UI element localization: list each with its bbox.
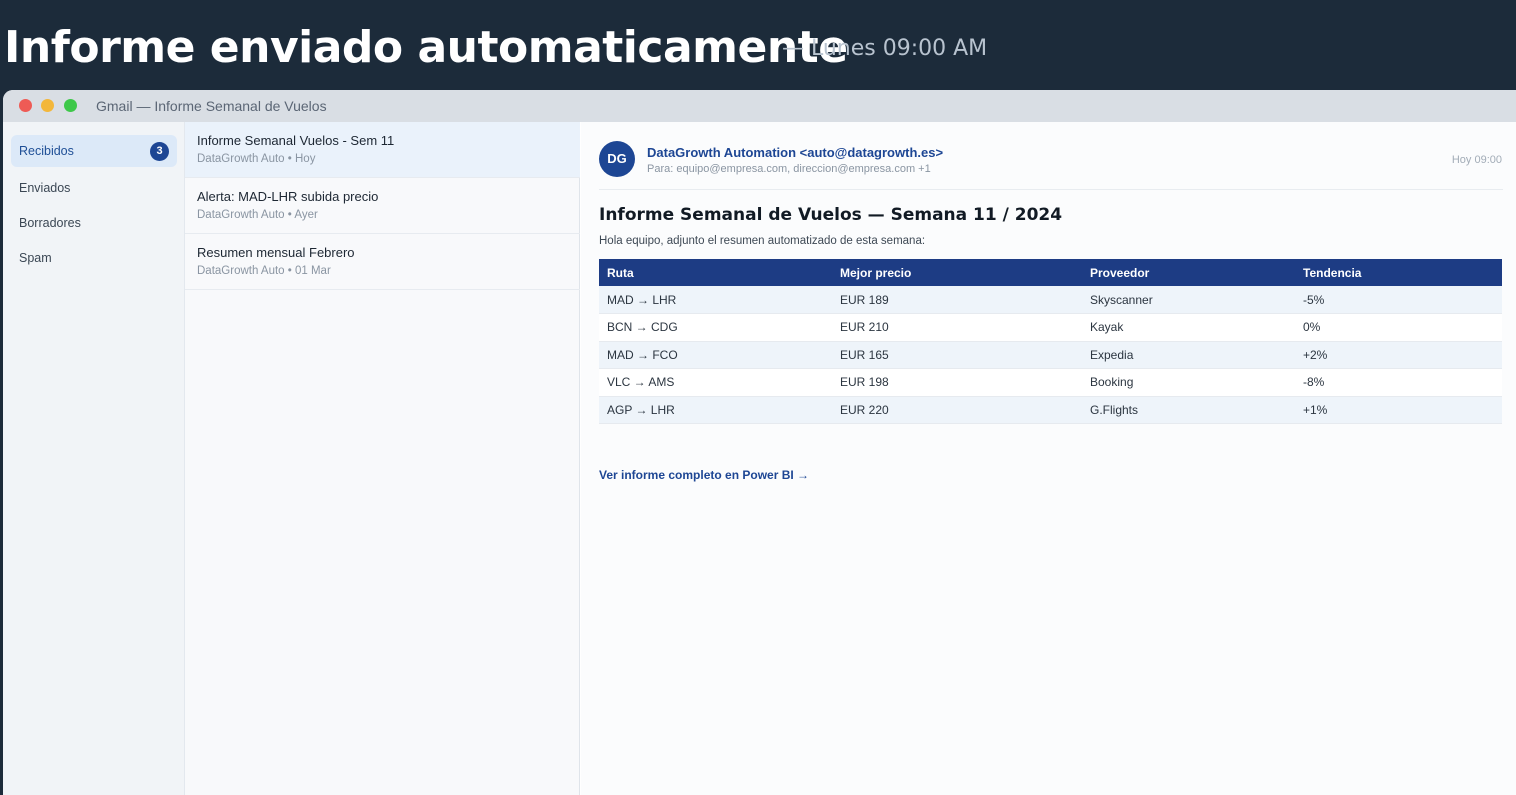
- mail-list-item[interactable]: Alerta: MAD-LHR subida precio DataGrowth…: [185, 178, 580, 234]
- trend-cell: +2%: [1295, 341, 1502, 369]
- maximize-window-icon[interactable]: [64, 99, 77, 112]
- table-row: BCN → CDG EUR 210 Kayak 0%: [599, 313, 1502, 342]
- price-cell: EUR 220: [832, 396, 1082, 424]
- price-cell: EUR 210: [832, 313, 1082, 342]
- route-cell: VLC → AMS: [599, 368, 832, 397]
- price-cell: EUR 189: [832, 286, 1082, 314]
- sidebar-item-label: Enviados: [19, 181, 71, 195]
- sidebar-item-label: Borradores: [19, 216, 81, 230]
- provider-cell: Booking: [1082, 368, 1295, 397]
- reading-pane: DG DataGrowth Automation <auto@datagrowt…: [581, 122, 1516, 795]
- provider-cell: Kayak: [1082, 313, 1295, 342]
- mail-meta: DataGrowth Auto • Ayer: [197, 209, 318, 221]
- mail-list-item[interactable]: Resumen mensual Febrero DataGrowth Auto …: [185, 234, 580, 290]
- sidebar-item-enviados[interactable]: Enviados: [11, 172, 177, 204]
- column-header: Proveedor: [1082, 259, 1295, 286]
- provider-cell: Skyscanner: [1082, 286, 1295, 314]
- sidebar-item-label: Recibidos: [19, 144, 74, 158]
- sidebar-item-label: Spam: [19, 251, 52, 265]
- header-divider: [599, 189, 1503, 190]
- trend-cell: 0%: [1295, 313, 1502, 342]
- sidebar-item-spam[interactable]: Spam: [11, 242, 177, 274]
- mail-window: Gmail — Informe Semanal de Vuelos Recibi…: [3, 90, 1516, 795]
- route-cell: BCN → CDG: [599, 313, 832, 342]
- mail-list-item[interactable]: Informe Semanal Vuelos - Sem 11 DataGrow…: [185, 122, 580, 178]
- sender-name[interactable]: DataGrowth Automation <auto@datagrowth.e…: [647, 145, 943, 160]
- folder-sidebar: Recibidos 3 Enviados Borradores Spam: [3, 122, 185, 795]
- close-window-icon[interactable]: [19, 99, 32, 112]
- mail-subject: Resumen mensual Febrero: [197, 245, 355, 260]
- sender-avatar: DG: [599, 141, 635, 177]
- mail-list: Informe Semanal Vuelos - Sem 11 DataGrow…: [185, 122, 580, 795]
- mail-timestamp: Hoy 09:00: [1451, 154, 1502, 166]
- mail-subject: Informe Semanal Vuelos - Sem 11: [197, 133, 395, 148]
- trend-cell: -5%: [1295, 286, 1502, 314]
- sidebar-item-borradores[interactable]: Borradores: [11, 207, 177, 239]
- banner: Informe enviado automaticamente — Lunes …: [0, 0, 1516, 92]
- minimize-window-icon[interactable]: [41, 99, 54, 112]
- flight-price-table: Ruta Mejor precio Proveedor Tendencia MA…: [599, 259, 1502, 424]
- column-header: Tendencia: [1295, 259, 1502, 286]
- trend-cell: -8%: [1295, 368, 1502, 397]
- table-header-row: Ruta Mejor precio Proveedor Tendencia: [599, 259, 1502, 286]
- table-row: MAD → FCO EUR 165 Expedia +2%: [599, 341, 1502, 369]
- table-row: VLC → AMS EUR 198 Booking -8%: [599, 368, 1502, 397]
- column-header: Ruta: [599, 259, 832, 286]
- mail-subject: Alerta: MAD-LHR subida precio: [197, 189, 379, 204]
- window-titlebar: Gmail — Informe Semanal de Vuelos: [3, 90, 1516, 122]
- table-row: MAD → LHR EUR 189 Skyscanner -5%: [599, 286, 1502, 314]
- route-cell: AGP → LHR: [599, 396, 832, 424]
- email-heading: Informe Semanal de Vuelos — Semana 11 / …: [599, 205, 1063, 225]
- mail-meta: DataGrowth Auto • Hoy: [197, 153, 316, 165]
- trend-cell: +1%: [1295, 396, 1502, 424]
- route-cell: MAD → LHR: [599, 286, 832, 314]
- table-row: AGP → LHR EUR 220 G.Flights +1%: [599, 396, 1502, 424]
- power-bi-report-link[interactable]: Ver informe completo en Power BI →: [599, 468, 809, 482]
- unread-count-badge: 3: [150, 142, 169, 161]
- banner-subtitle: — Lunes 09:00 AM: [782, 36, 988, 61]
- sidebar-item-recibidos[interactable]: Recibidos 3: [11, 135, 177, 167]
- window-title: Gmail — Informe Semanal de Vuelos: [96, 98, 327, 114]
- email-intro: Hola equipo, adjunto el resumen automati…: [599, 235, 926, 247]
- mail-meta: DataGrowth Auto • 01 Mar: [197, 265, 331, 277]
- route-cell: MAD → FCO: [599, 341, 832, 369]
- banner-title: Informe enviado automaticamente: [4, 22, 848, 73]
- provider-cell: Expedia: [1082, 341, 1295, 369]
- price-cell: EUR 165: [832, 341, 1082, 369]
- price-cell: EUR 198: [832, 368, 1082, 397]
- recipients: Para: equipo@empresa.com, direccion@empr…: [647, 163, 931, 175]
- provider-cell: G.Flights: [1082, 396, 1295, 424]
- column-header: Mejor precio: [832, 259, 1082, 286]
